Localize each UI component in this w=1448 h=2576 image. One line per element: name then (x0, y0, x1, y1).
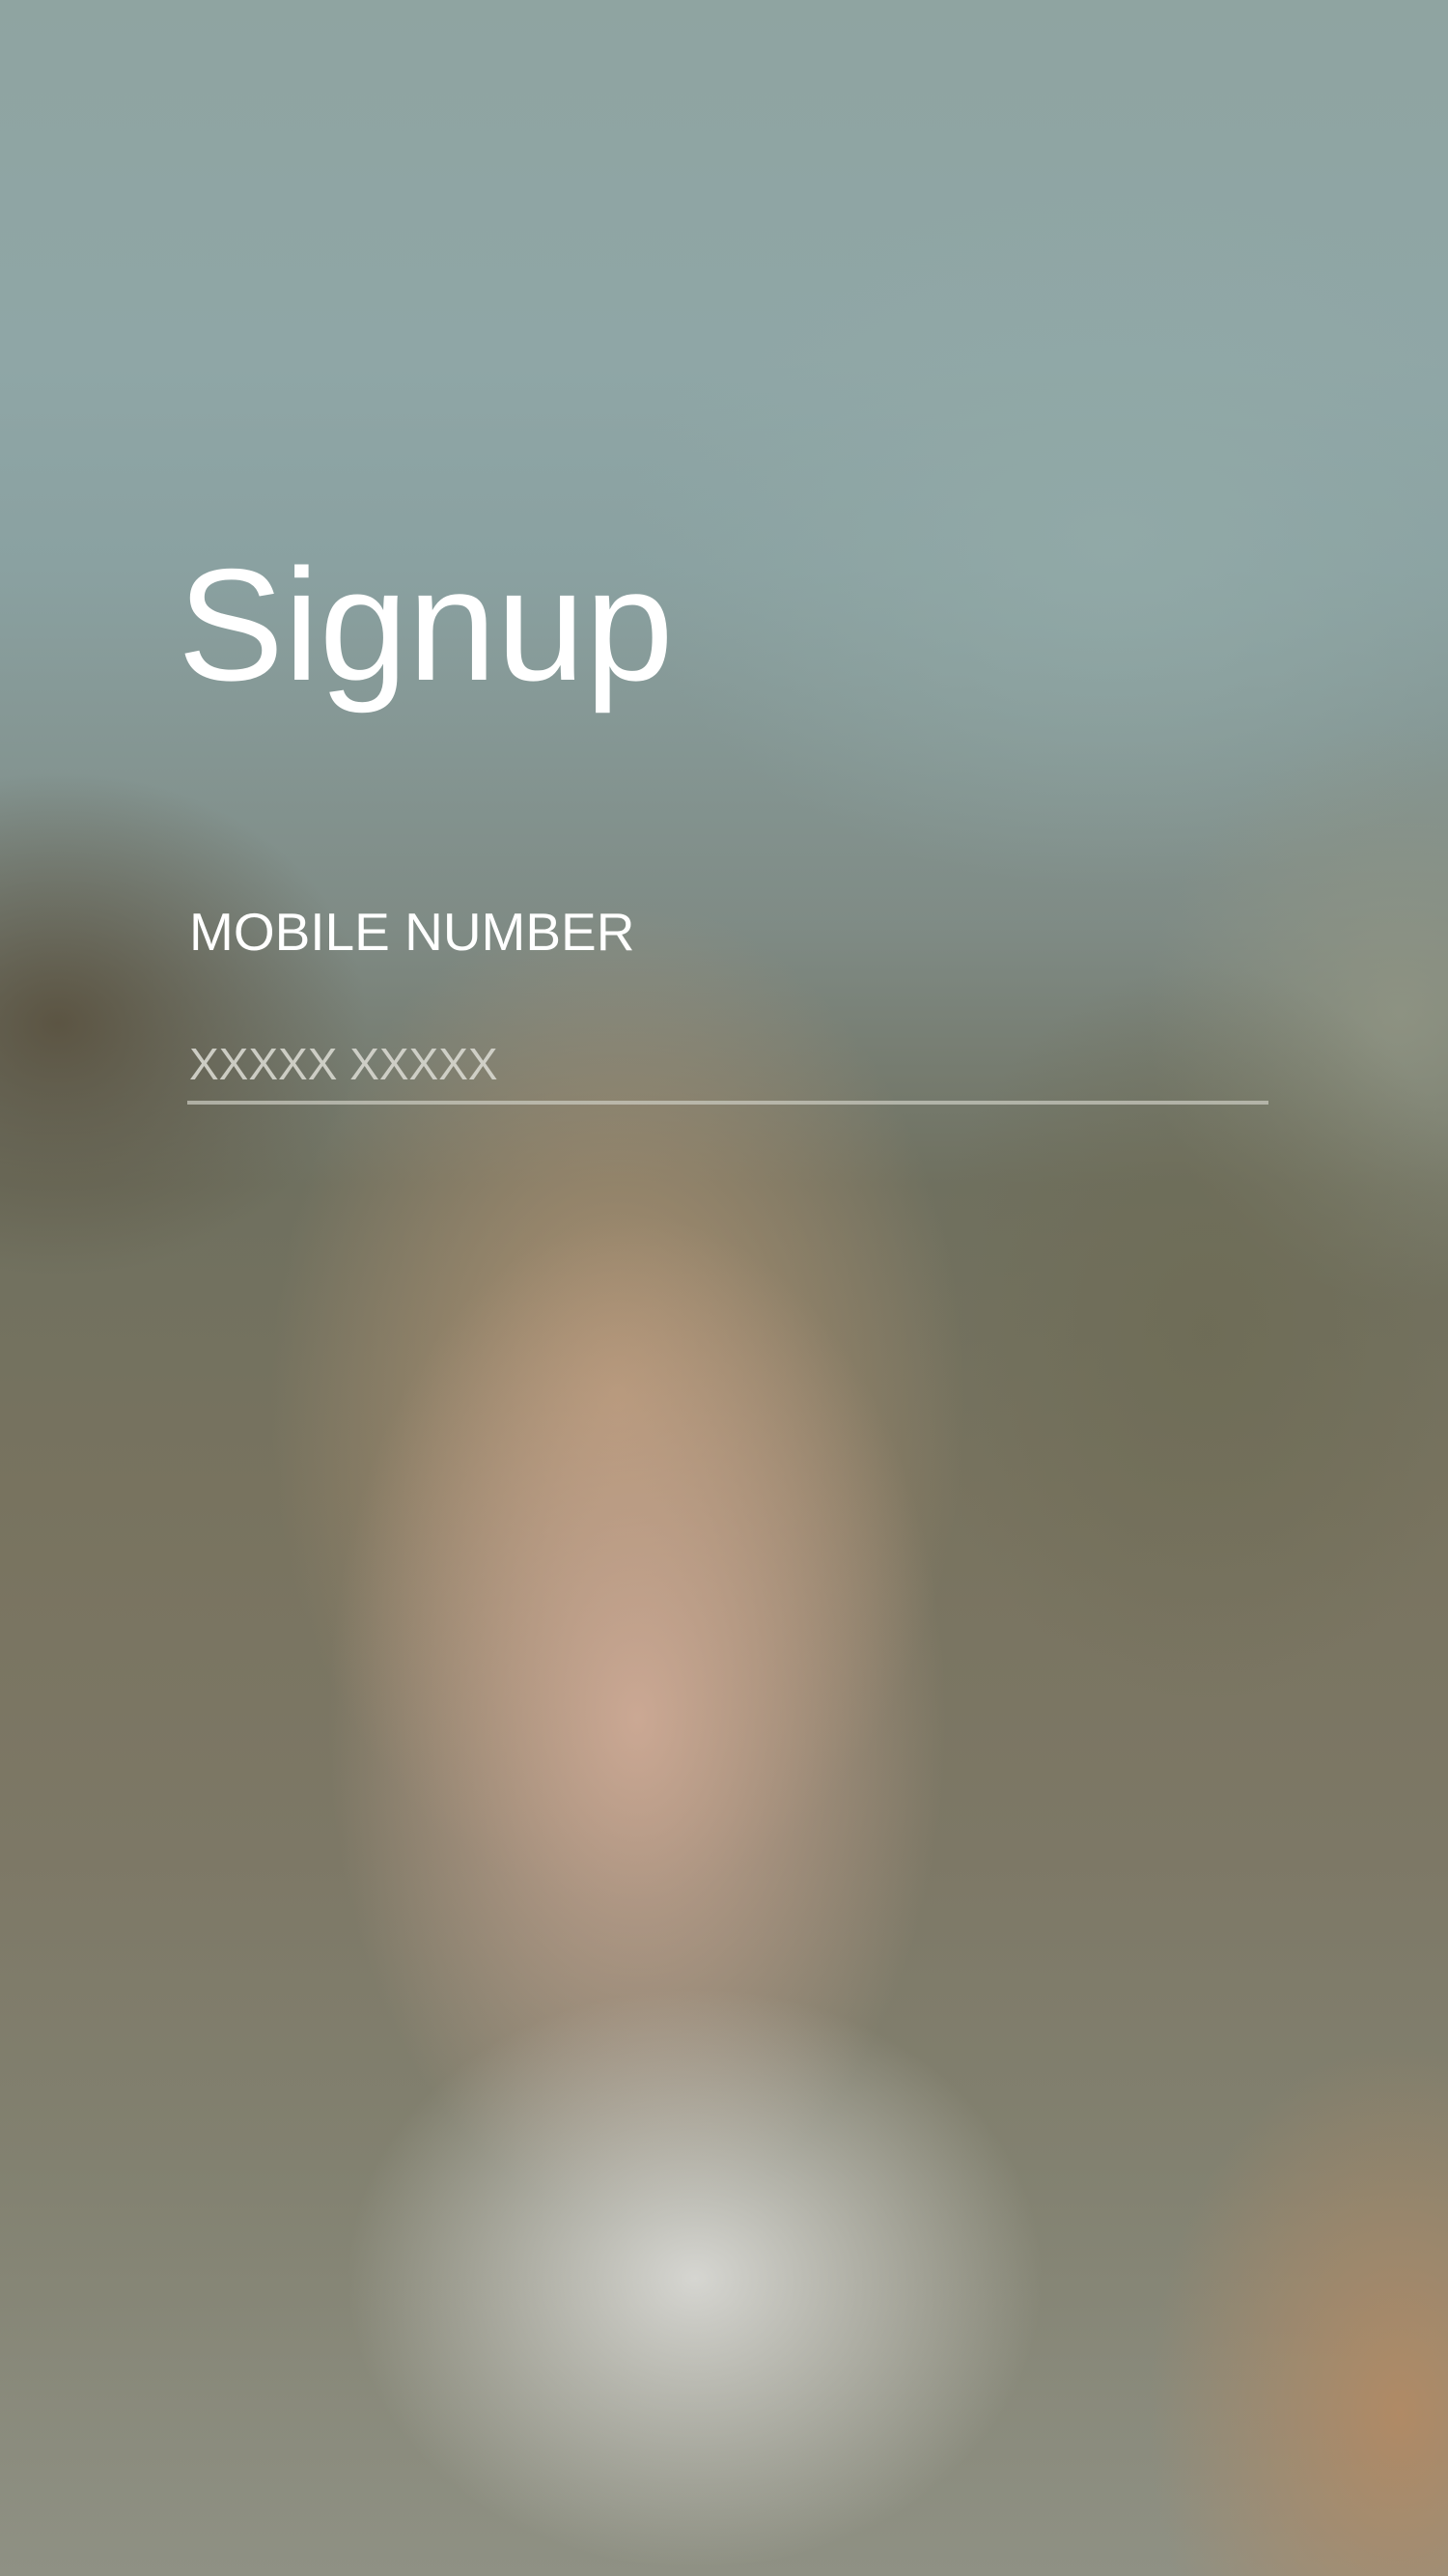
mobile-number-label: MOBILE NUMBER (189, 902, 635, 962)
mobile-number-input[interactable] (187, 1027, 1268, 1105)
blurred-background-image (0, 0, 1448, 2576)
page-title: Signup (178, 536, 674, 714)
